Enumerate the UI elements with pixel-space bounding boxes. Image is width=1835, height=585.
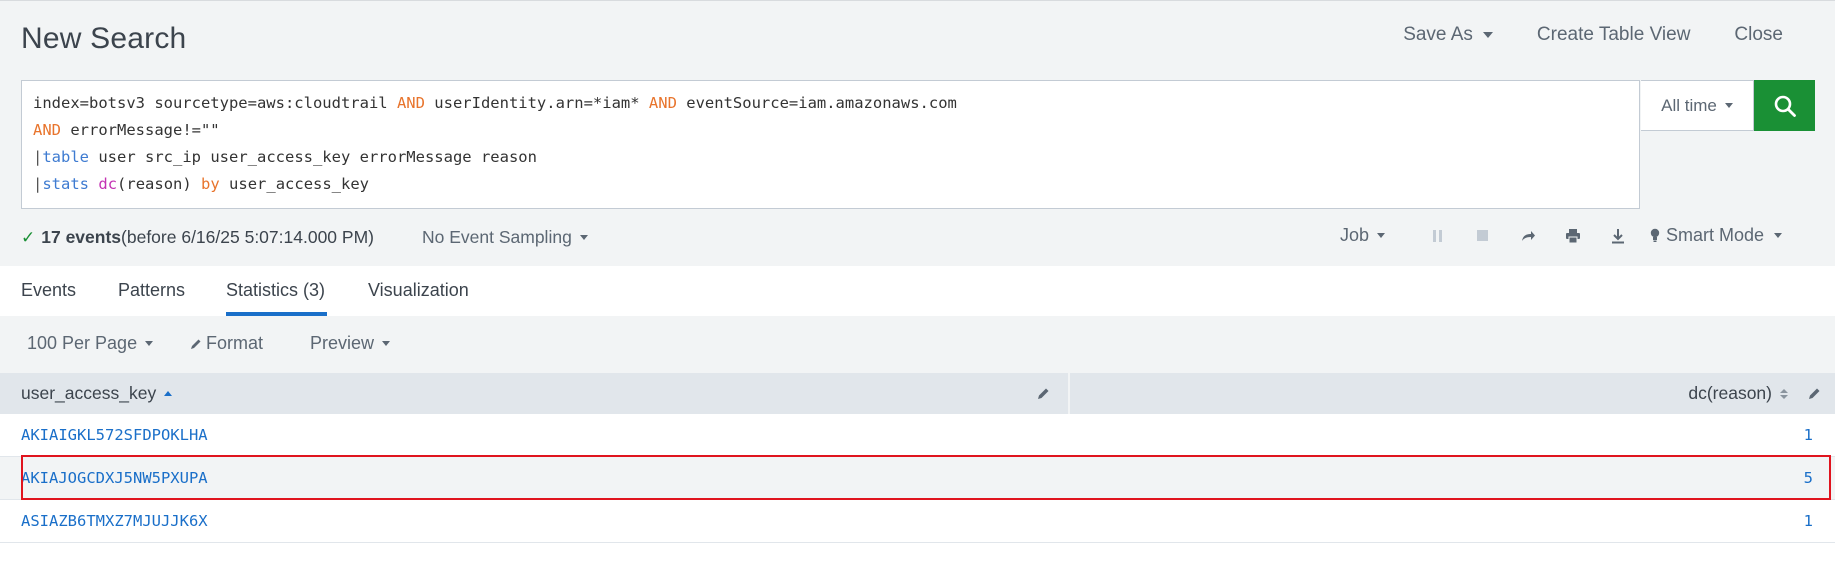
pause-button[interactable] bbox=[1415, 229, 1460, 243]
event-sampling-dropdown[interactable]: No Event Sampling bbox=[422, 227, 588, 248]
preview-dropdown[interactable]: Preview bbox=[310, 333, 391, 354]
caret-down-icon bbox=[1724, 103, 1733, 108]
check-icon: ✓ bbox=[21, 227, 36, 247]
per-page-dropdown[interactable]: 100 Per Page bbox=[27, 333, 154, 354]
query-part: errorMessage!="" bbox=[61, 121, 220, 139]
time-range-label: All time bbox=[1661, 95, 1717, 115]
tab-patterns[interactable]: Patterns bbox=[118, 280, 185, 301]
query-part: user_access_key bbox=[219, 175, 370, 193]
sort-icon bbox=[1780, 388, 1788, 399]
keyword-and: AND bbox=[396, 94, 425, 112]
tab-statistics[interactable]: Statistics (3) bbox=[226, 280, 325, 301]
event-sampling-label: No Event Sampling bbox=[422, 227, 572, 247]
tab-visualization[interactable]: Visualization bbox=[368, 280, 469, 301]
pause-icon bbox=[1432, 229, 1442, 242]
caret-down-icon bbox=[1774, 233, 1783, 238]
share-button[interactable] bbox=[1505, 229, 1550, 243]
table-row: AKIAJOGCDXJ5NW5PXUPA 5 bbox=[0, 457, 1835, 500]
header-actions: Save As Create Table View Close bbox=[1381, 24, 1805, 46]
caret-down-icon bbox=[579, 235, 588, 240]
top-border bbox=[0, 0, 1835, 1]
job-dropdown[interactable]: Job bbox=[1340, 225, 1386, 246]
query-space bbox=[89, 175, 98, 193]
column-header-user-access-key[interactable]: user_access_key bbox=[21, 383, 173, 404]
query-part: user src_ip user_access_key errorMessage… bbox=[89, 148, 537, 166]
table-header: user_access_key dc(reason) bbox=[0, 373, 1835, 414]
download-icon bbox=[1611, 228, 1624, 243]
table-row: AKIAIGKL572SFDPOKLHA 1 bbox=[0, 414, 1835, 457]
event-count: 17 events bbox=[41, 227, 122, 247]
close-label: Close bbox=[1734, 24, 1783, 45]
search-mode-label: Smart Mode bbox=[1666, 225, 1765, 245]
search-query-text: index=botsv3 sourcetype=aws:cloudtrail A… bbox=[22, 81, 1639, 198]
command-stats: stats bbox=[42, 175, 90, 193]
per-page-label: 100 Per Page bbox=[27, 333, 138, 353]
column-header-label: user_access_key bbox=[21, 383, 157, 403]
search-icon bbox=[1774, 95, 1796, 117]
keyword-and: AND bbox=[648, 94, 677, 112]
search-button[interactable] bbox=[1754, 80, 1815, 131]
event-status: ✓ 17 events (before 6/16/25 5:07:14.000 … bbox=[21, 227, 374, 248]
stop-button[interactable] bbox=[1460, 229, 1505, 242]
access-key-cell[interactable]: ASIAZB6TMXZ7MJUJJK6X bbox=[21, 512, 208, 530]
pipe-symbol: | bbox=[33, 175, 43, 193]
query-part: index=botsv3 sourcetype=aws:cloudtrail bbox=[33, 94, 397, 112]
active-tab-indicator bbox=[226, 312, 327, 316]
query-part: (reason) bbox=[117, 175, 202, 193]
create-table-view-button[interactable]: Create Table View bbox=[1515, 24, 1713, 46]
event-time-info: (before 6/16/25 5:07:14.000 PM) bbox=[121, 227, 374, 247]
query-part: userIdentity.arn=*iam* bbox=[424, 94, 649, 112]
sort-ascending-icon bbox=[164, 391, 173, 396]
close-button[interactable]: Close bbox=[1712, 24, 1805, 46]
query-part: eventSource=iam.amazonaws.com bbox=[676, 94, 957, 112]
caret-down-icon bbox=[145, 341, 154, 346]
keyword-by: by bbox=[201, 175, 220, 193]
command-table: table bbox=[42, 148, 90, 166]
job-toolbar: Job Smart Mode bbox=[1340, 225, 1783, 246]
caret-down-icon bbox=[1377, 233, 1386, 238]
share-icon bbox=[1521, 230, 1535, 241]
search-mode-dropdown[interactable]: Smart Mode bbox=[1650, 225, 1783, 246]
results-tabs: Events Patterns Statistics (3) Visualiza… bbox=[0, 266, 1835, 316]
lightbulb-icon bbox=[1650, 228, 1660, 242]
tab-events[interactable]: Events bbox=[21, 280, 76, 301]
table-bottom-area bbox=[0, 543, 1835, 585]
pencil-icon bbox=[191, 339, 201, 349]
search-query-editor[interactable]: index=botsv3 sourcetype=aws:cloudtrail A… bbox=[21, 80, 1640, 209]
access-key-cell[interactable]: AKIAIGKL572SFDPOKLHA bbox=[21, 426, 208, 444]
stop-icon bbox=[1477, 230, 1489, 241]
pipe-symbol: | bbox=[33, 148, 43, 166]
print-icon bbox=[1565, 228, 1580, 243]
format-label: Format bbox=[206, 333, 264, 353]
edit-column-icon[interactable] bbox=[1807, 385, 1821, 401]
table-row: ASIAZB6TMXZ7MJUJJK6X 1 bbox=[0, 500, 1835, 543]
edit-column-icon[interactable] bbox=[1036, 385, 1050, 401]
caret-down-icon bbox=[1482, 32, 1493, 38]
caret-down-icon bbox=[382, 341, 391, 346]
column-header-dc-reason[interactable]: dc(reason) bbox=[1688, 383, 1788, 404]
print-button[interactable] bbox=[1550, 228, 1595, 244]
function-dc: dc bbox=[98, 175, 118, 193]
save-as-label: Save As bbox=[1403, 24, 1473, 45]
save-as-button[interactable]: Save As bbox=[1381, 24, 1515, 46]
preview-label: Preview bbox=[310, 333, 375, 353]
format-button[interactable]: Format bbox=[190, 333, 263, 354]
column-divider[interactable] bbox=[1068, 373, 1070, 414]
page-title: New Search bbox=[21, 22, 187, 55]
job-label: Job bbox=[1340, 225, 1370, 245]
dc-reason-cell[interactable]: 5 bbox=[1804, 469, 1813, 487]
dc-reason-cell[interactable]: 1 bbox=[1804, 512, 1813, 530]
time-range-picker[interactable]: All time bbox=[1641, 80, 1754, 131]
export-button[interactable] bbox=[1595, 228, 1640, 244]
column-header-label: dc(reason) bbox=[1688, 383, 1772, 403]
access-key-cell[interactable]: AKIAJOGCDXJ5NW5PXUPA bbox=[21, 469, 208, 487]
keyword-and: AND bbox=[33, 121, 61, 139]
create-table-view-label: Create Table View bbox=[1536, 24, 1691, 45]
dc-reason-cell[interactable]: 1 bbox=[1804, 426, 1813, 444]
